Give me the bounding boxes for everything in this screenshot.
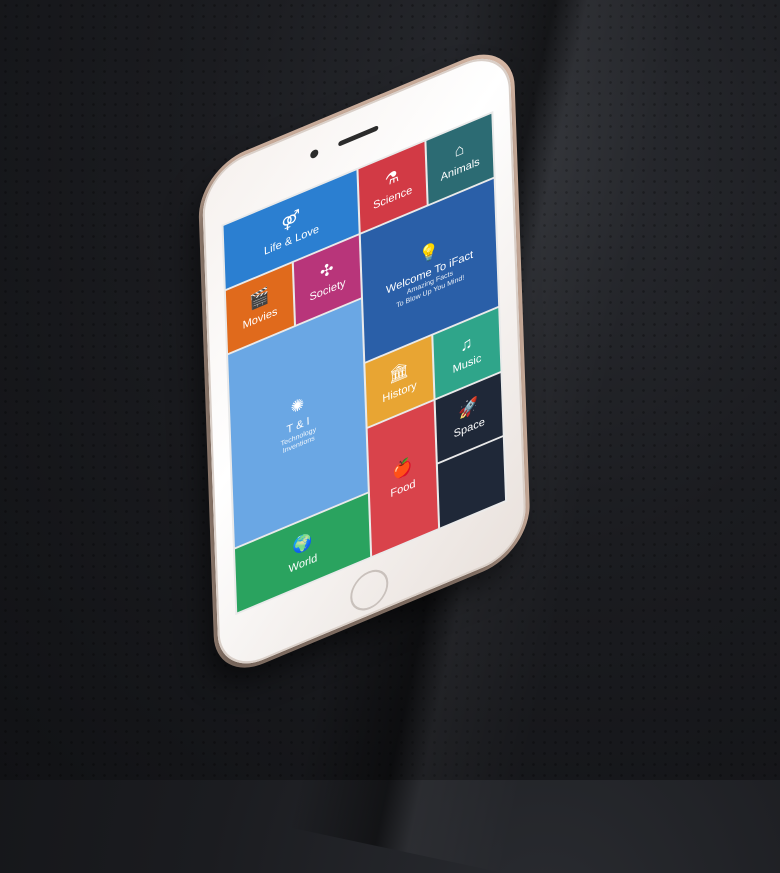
tile-label: Science bbox=[372, 183, 413, 213]
tile-label: Movies bbox=[242, 305, 278, 333]
app-screen: ⚤ Life & Love ⚗ Science ⌂ Animals 🎬 Movi… bbox=[221, 110, 508, 616]
category-grid: ⚤ Life & Love ⚗ Science ⌂ Animals 🎬 Movi… bbox=[221, 110, 508, 616]
brain-icon: ✺ bbox=[290, 395, 305, 419]
front-camera bbox=[310, 148, 319, 160]
tile-food[interactable]: 🍎 Food bbox=[367, 400, 438, 556]
network-icon: ✣ bbox=[319, 260, 334, 283]
tile-label: History bbox=[382, 379, 417, 406]
tile-label: Music bbox=[452, 352, 482, 376]
flask-icon: ⚗ bbox=[384, 167, 400, 190]
earpiece-speaker bbox=[338, 125, 379, 147]
paw-icon: ⌂ bbox=[454, 139, 465, 161]
tile-label: Animals bbox=[440, 155, 480, 184]
home-button[interactable] bbox=[349, 563, 389, 617]
guitar-icon: ♫ bbox=[460, 333, 473, 356]
tile-label: Society bbox=[309, 277, 346, 305]
